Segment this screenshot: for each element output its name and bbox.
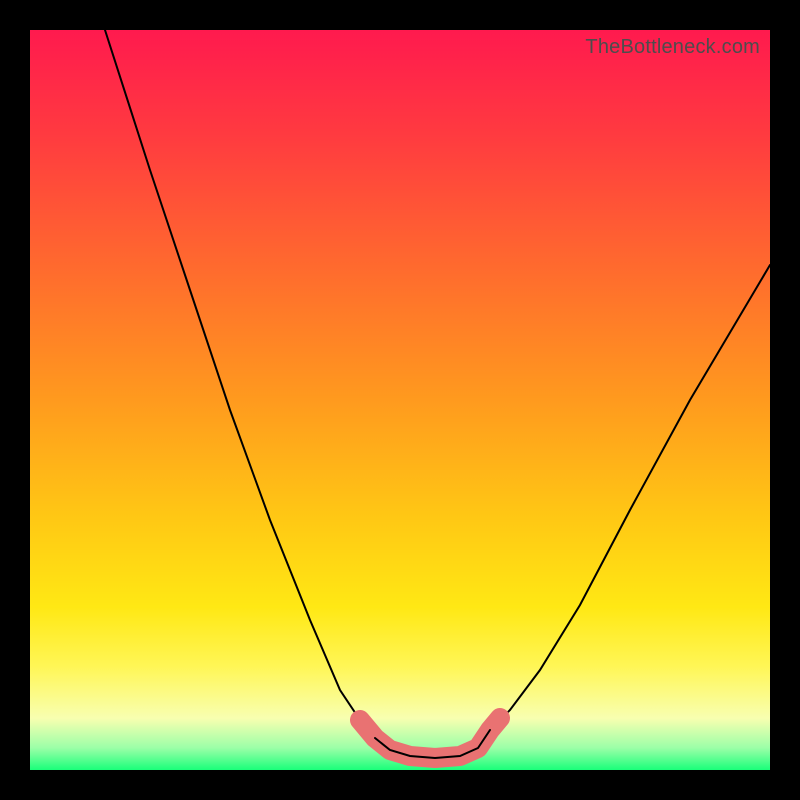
curve-svg [30, 30, 770, 770]
series-right-branch-thin [490, 265, 770, 730]
plot-area: TheBottleneck.com [30, 30, 770, 770]
chart-frame: TheBottleneck.com [0, 0, 800, 800]
series-valley-thick [360, 718, 500, 758]
series-left-branch-thin [105, 30, 375, 738]
